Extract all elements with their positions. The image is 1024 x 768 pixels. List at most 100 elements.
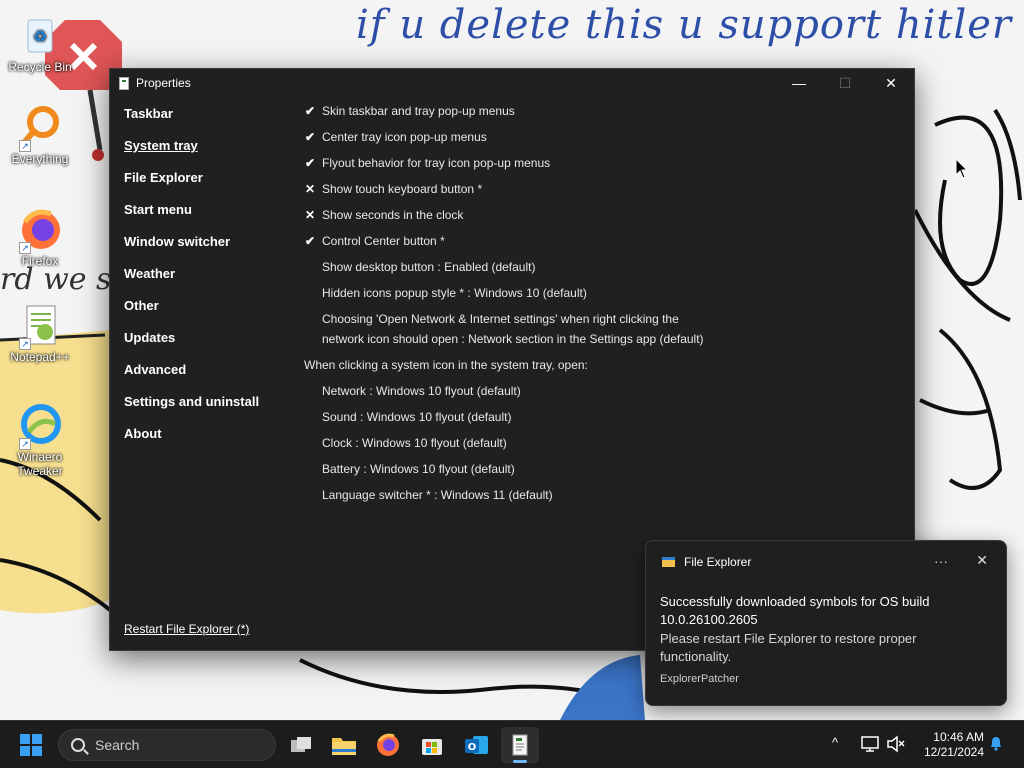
setting-label: Skin taskbar and tray pop-up menus	[322, 104, 515, 118]
sidebar-item-label: Taskbar	[124, 106, 173, 121]
minimize-button[interactable]: —	[776, 69, 822, 97]
shortcut-arrow-icon: ↗	[19, 338, 31, 350]
taskbar-search-box[interactable]: Search	[58, 729, 276, 761]
sidebar-item-settings-and-uninstall[interactable]: Settings and uninstall	[124, 391, 294, 423]
setting-label: Show seconds in the clock	[322, 208, 464, 222]
toast-close-button[interactable]: ✕	[976, 552, 988, 569]
system-tray-settings: ✔ Skin taskbar and tray pop-up menus ✔ Cen…	[303, 101, 903, 511]
notification-center-button[interactable]	[988, 735, 1004, 751]
microsoft-store-icon	[422, 739, 442, 755]
notepad-plus-plus-icon: ↗	[17, 302, 63, 350]
active-app-indicator	[513, 760, 527, 763]
setting-network-settings-target[interactable]: Choosing 'Open Network & Internet settin…	[303, 309, 903, 355]
restart-file-explorer-link[interactable]: Restart File Explorer (*)	[124, 622, 249, 636]
sidebar-nav: Taskbar System tray File Explorer Start …	[124, 103, 294, 455]
desktop-icon-everything[interactable]: ↗ Everything	[2, 104, 78, 166]
setting-label: Control Center button *	[322, 234, 445, 248]
setting-label: Sound : Windows 10 flyout (default)	[322, 410, 512, 424]
setting-flyout-behavior[interactable]: ✔ Flyout behavior for tray icon pop-up me…	[303, 153, 903, 179]
maximize-icon: ☐	[838, 74, 852, 91]
desktop-icon-label: Winaero Tweaker	[17, 450, 63, 478]
mouse-cursor-icon	[955, 158, 969, 179]
sidebar-item-file-explorer[interactable]: File Explorer	[124, 167, 294, 199]
winaero-tweaker-icon: ↗	[17, 402, 63, 450]
setting-label-continued: network icon should open : Network secti…	[322, 332, 704, 346]
sidebar-item-about[interactable]: About	[124, 423, 294, 455]
recycle-bin-icon: ♻	[17, 12, 63, 58]
notification-toast[interactable]: File Explorer ··· ✕ Successfully downloa…	[645, 540, 1007, 706]
sidebar-item-start-menu[interactable]: Start menu	[124, 199, 294, 231]
taskbar-file-explorer[interactable]	[325, 727, 363, 763]
close-icon: ✕	[885, 74, 897, 91]
taskbar-firefox[interactable]	[369, 727, 407, 763]
close-button[interactable]: ✕	[868, 69, 914, 97]
setting-clock-flyout[interactable]: Clock : Windows 10 flyout (default)	[303, 433, 903, 459]
toast-title: Successfully downloaded symbols for OS b…	[660, 594, 930, 627]
toast-header: File Explorer	[662, 555, 751, 569]
setting-battery-flyout[interactable]: Battery : Windows 10 flyout (default)	[303, 459, 903, 485]
network-tray-button[interactable]	[860, 735, 880, 756]
setting-sound-flyout[interactable]: Sound : Windows 10 flyout (default)	[303, 407, 903, 433]
title-bar[interactable]: Properties — ☐ ✕	[110, 69, 914, 97]
taskbar-microsoft-store[interactable]	[413, 727, 451, 763]
taskbar-clock[interactable]: 10:46 AM 12/21/2024	[910, 730, 984, 760]
task-view-button[interactable]	[282, 727, 320, 763]
more-options-button[interactable]: ···	[934, 553, 948, 569]
sidebar-item-window-switcher[interactable]: Window switcher	[124, 231, 294, 263]
sidebar-item-label: About	[124, 426, 162, 441]
setting-center-tray-menus[interactable]: ✔ Center tray icon pop-up menus	[303, 127, 903, 153]
taskbar-properties-window[interactable]	[501, 727, 539, 763]
clock-date: 12/21/2024	[923, 745, 984, 759]
explorerpatcher-properties-icon	[512, 734, 528, 756]
setting-label: Network : Windows 10 flyout (default)	[322, 384, 521, 398]
section-heading: When clicking a system icon in the syste…	[304, 358, 588, 372]
sidebar-item-taskbar[interactable]: Taskbar	[124, 103, 294, 135]
taskbar: Search O ^ 10:46 AM 12/21/2024	[0, 720, 1024, 768]
window-title: Properties	[136, 76, 191, 90]
setting-language-switcher-flyout[interactable]: Language switcher * : Windows 11 (defaul…	[303, 485, 903, 511]
setting-label: Center tray icon pop-up menus	[322, 130, 487, 144]
checkmark-icon: ✔	[304, 234, 316, 248]
start-button[interactable]	[20, 734, 42, 756]
setting-network-flyout[interactable]: Network : Windows 10 flyout (default)	[303, 381, 903, 407]
bell-icon	[991, 737, 1001, 751]
setting-label: Battery : Windows 10 flyout (default)	[322, 462, 515, 476]
desktop-icon-firefox[interactable]: ↗ Firefox	[2, 206, 78, 268]
sidebar-item-label: Start menu	[124, 202, 192, 217]
sound-tray-button[interactable]	[886, 735, 906, 756]
setting-control-center-button[interactable]: ✔ Control Center button *	[303, 231, 903, 257]
sidebar-item-updates[interactable]: Updates	[124, 327, 294, 359]
desktop-icon-recycle-bin[interactable]: ♻ Recycle Bin	[2, 12, 78, 74]
sidebar-item-label: Other	[124, 298, 159, 313]
checkmark-icon: ✔	[304, 130, 316, 144]
setting-hidden-icons-popup-style[interactable]: Hidden icons popup style * : Windows 10 …	[303, 283, 903, 309]
setting-show-seconds[interactable]: ✕ Show seconds in the clock	[303, 205, 903, 231]
setting-show-desktop-button[interactable]: Show desktop button : Enabled (default)	[303, 257, 903, 283]
windows-logo-icon	[32, 734, 42, 744]
firefox-icon: ↗	[17, 206, 63, 254]
sidebar-item-advanced[interactable]: Advanced	[124, 359, 294, 391]
desktop-icon-notepad-plus-plus[interactable]: ↗ Notepad++	[2, 302, 78, 364]
show-hidden-icons-button[interactable]: ^	[832, 735, 838, 750]
search-icon	[71, 738, 85, 752]
windows-logo-icon	[32, 746, 42, 756]
setting-skin-tray-menus[interactable]: ✔ Skin taskbar and tray pop-up menus	[303, 101, 903, 127]
sidebar-item-other[interactable]: Other	[124, 295, 294, 327]
sidebar-item-label: Window switcher	[124, 234, 231, 249]
setting-label: Hidden icons popup style * : Windows 10 …	[322, 286, 587, 300]
svg-text:♻: ♻	[33, 27, 47, 46]
sidebar-item-label: File Explorer	[124, 170, 203, 185]
task-view-icon	[291, 737, 311, 752]
setting-touch-keyboard-button[interactable]: ✕ Show touch keyboard button *	[303, 179, 903, 205]
taskbar-outlook-new[interactable]: O	[457, 727, 495, 763]
desktop-icon-winaero-tweaker[interactable]: ↗ Winaero Tweaker	[2, 402, 78, 478]
wallpaper-caption: if u delete this u support hitler	[356, 2, 1013, 48]
checkmark-icon: ✔	[304, 156, 316, 170]
close-icon: ✕	[976, 552, 988, 568]
sidebar-item-weather[interactable]: Weather	[124, 263, 294, 295]
windows-logo-icon	[20, 734, 30, 744]
windows-logo-icon	[20, 746, 30, 756]
sidebar-item-system-tray[interactable]: System tray	[124, 135, 294, 167]
maximize-button[interactable]: ☐	[822, 69, 868, 97]
desktop-icon-label: Everything	[11, 152, 69, 166]
